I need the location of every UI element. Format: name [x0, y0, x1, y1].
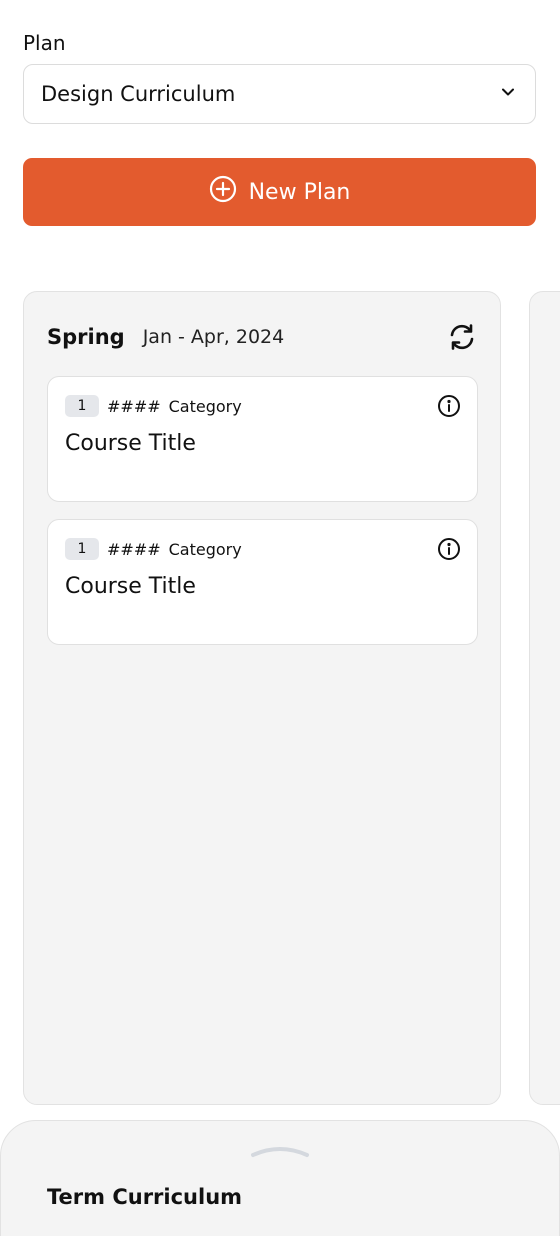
new-plan-label: New Plan — [248, 179, 351, 205]
term-panel-next — [529, 291, 560, 1105]
info-icon[interactable] — [437, 394, 461, 418]
plus-circle-icon — [209, 175, 237, 209]
chevron-up-icon[interactable] — [249, 1141, 311, 1161]
new-plan-button[interactable]: New Plan — [23, 158, 536, 226]
term-header: Spring Jan - Apr, 2024 — [47, 322, 478, 352]
credit-badge: 1 — [65, 538, 99, 560]
course-meta: 1 #### Category — [65, 394, 461, 418]
course-category: Category — [168, 396, 242, 416]
course-title: Course Title — [65, 574, 196, 599]
bottom-sheet-title: Term Curriculum — [47, 1185, 243, 1209]
bottom-sheet: Term Curriculum — [0, 1120, 560, 1236]
course-code: #### — [107, 396, 161, 416]
page: Plan Design Curriculum New Plan Spring J… — [0, 0, 560, 1236]
term-panel-spring: Spring Jan - Apr, 2024 1 #### Category C… — [23, 291, 501, 1105]
course-meta: 1 #### Category — [65, 537, 461, 561]
chevron-down-icon — [498, 82, 518, 107]
course-code: #### — [107, 539, 161, 559]
course-card[interactable]: 1 #### Category Course Title — [47, 519, 478, 645]
course-card[interactable]: 1 #### Category Course Title — [47, 376, 478, 502]
plan-label: Plan — [23, 31, 66, 55]
course-category: Category — [168, 539, 242, 559]
info-icon[interactable] — [437, 537, 461, 561]
plan-dropdown[interactable]: Design Curriculum — [23, 64, 536, 124]
term-season: Spring — [47, 325, 125, 349]
course-title: Course Title — [65, 431, 196, 456]
credit-badge: 1 — [65, 395, 99, 417]
term-dates: Jan - Apr, 2024 — [142, 326, 285, 348]
plan-dropdown-value: Design Curriculum — [41, 82, 236, 106]
refresh-icon[interactable] — [446, 321, 478, 353]
